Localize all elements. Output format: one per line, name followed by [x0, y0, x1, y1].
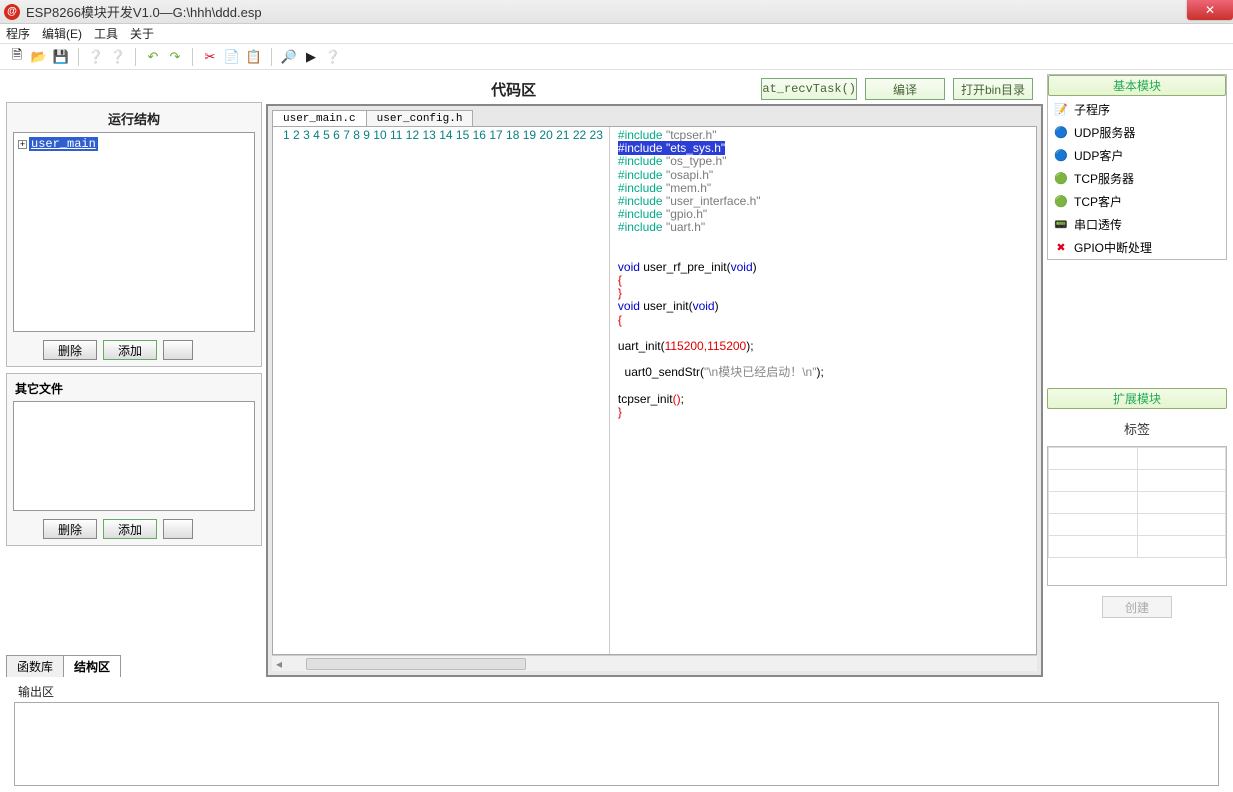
help-icon-3[interactable]: ❔ — [324, 48, 342, 66]
file-tabs: user_main.c user_config.h — [272, 110, 1037, 126]
at-recv-button[interactable]: at_recvTask() — [761, 78, 857, 100]
horizontal-scrollbar[interactable]: ◂ — [272, 655, 1037, 671]
menu-about[interactable]: 关于 — [130, 25, 154, 42]
help-icon-2[interactable]: ❔ — [109, 48, 127, 66]
new-icon[interactable]: 🗎 — [8, 48, 26, 66]
menu-edit[interactable]: 编辑(E) — [42, 25, 82, 42]
app-icon: @ — [4, 4, 20, 20]
close-button[interactable]: ✕ — [1187, 0, 1233, 20]
tab-struct[interactable]: 结构区 — [63, 655, 121, 677]
module-tcp-server[interactable]: 🟢TCP服务器 — [1052, 169, 1222, 188]
module-udp-server[interactable]: 🔵UDP服务器 — [1052, 123, 1222, 142]
basic-modules-title: 基本模块 — [1048, 75, 1226, 96]
add-button-2[interactable]: 添加 — [103, 519, 157, 539]
scrollbar-thumb[interactable] — [306, 658, 526, 670]
cut-icon[interactable]: ✂ — [201, 48, 219, 66]
line-number-gutter: 1 2 3 4 5 6 7 8 9 10 11 12 13 14 15 16 1… — [273, 127, 610, 654]
edit-icon: 📝 — [1054, 103, 1068, 117]
run-structure-panel: 运行结构 + user_main 删除 添加 — [6, 102, 262, 367]
tree-view[interactable]: + user_main — [13, 132, 255, 332]
window-title: ESP8266模块开发V1.0—G:\hhh\ddd.esp — [26, 2, 262, 21]
undo-icon[interactable]: ↶ — [144, 48, 162, 66]
open-icon[interactable]: 📂 — [30, 48, 48, 66]
expand-icon[interactable]: + — [18, 140, 27, 149]
compile-button[interactable]: 编译 — [865, 78, 945, 100]
module-udp-client[interactable]: 🔵UDP客户 — [1052, 146, 1222, 165]
add-button[interactable]: 添加 — [103, 340, 157, 360]
separator-3 — [192, 48, 193, 66]
tree-node-label: user_main — [29, 137, 98, 151]
separator-4 — [271, 48, 272, 66]
other-files-panel: 其它文件 删除 添加 — [6, 373, 262, 546]
module-gpio-int[interactable]: ✖GPIO中断处理 — [1052, 238, 1222, 257]
output-pane[interactable] — [14, 702, 1219, 786]
client-icon: 🔵 — [1054, 149, 1068, 163]
title-bar: @ ESP8266模块开发V1.0—G:\hhh\ddd.esp ✕ — [0, 0, 1233, 24]
code-content[interactable]: #include "tcpser.h" #include "ets_sys.h"… — [610, 127, 832, 654]
paste-icon[interactable]: 📋 — [245, 48, 263, 66]
run-structure-title: 运行结构 — [13, 107, 255, 132]
tag-label: 标签 — [1047, 415, 1227, 442]
other-files-list[interactable] — [13, 401, 255, 511]
save-icon[interactable]: 💾 — [52, 48, 70, 66]
separator-2 — [135, 48, 136, 66]
serial-icon: 📟 — [1054, 218, 1068, 232]
blank-button-1[interactable] — [163, 340, 193, 360]
delete-button[interactable]: 删除 — [43, 340, 97, 360]
tree-node-user-main[interactable]: + user_main — [18, 137, 250, 151]
separator-1 — [78, 48, 79, 66]
file-tab-user-main[interactable]: user_main.c — [272, 110, 367, 126]
code-editor[interactable]: 1 2 3 4 5 6 7 8 9 10 11 12 13 14 15 16 1… — [272, 126, 1037, 655]
client-icon: 🟢 — [1054, 195, 1068, 209]
output-label: 输出区 — [14, 683, 1219, 702]
extension-modules-title[interactable]: 扩展模块 — [1047, 388, 1227, 409]
tab-funclib[interactable]: 函数库 — [6, 655, 64, 677]
tag-grid[interactable] — [1047, 446, 1227, 586]
copy-icon[interactable]: 📄 — [223, 48, 241, 66]
run-icon[interactable]: ▶ — [302, 48, 320, 66]
code-area-title: 代码区 — [266, 79, 761, 100]
toolbar: 🗎 📂 💾 ❔ ❔ ↶ ↷ ✂ 📄 📋 🔎 ▶ ❔ — [0, 44, 1233, 70]
file-tab-user-config[interactable]: user_config.h — [366, 110, 474, 126]
delete-button-2[interactable]: 删除 — [43, 519, 97, 539]
server-icon: 🟢 — [1054, 172, 1068, 186]
menu-tools[interactable]: 工具 — [94, 25, 118, 42]
module-tcp-client[interactable]: 🟢TCP客户 — [1052, 192, 1222, 211]
open-bin-button[interactable]: 打开bin目录 — [953, 78, 1033, 100]
menu-program[interactable]: 程序 — [6, 25, 30, 42]
other-files-title: 其它文件 — [13, 378, 255, 401]
editor-frame: user_main.c user_config.h 1 2 3 4 5 6 7 … — [266, 104, 1043, 677]
basic-modules-panel: 基本模块 📝子程序 🔵UDP服务器 🔵UDP客户 🟢TCP服务器 🟢TCP客户 … — [1047, 74, 1227, 260]
redo-icon[interactable]: ↷ — [166, 48, 184, 66]
module-subproc[interactable]: 📝子程序 — [1052, 100, 1222, 119]
server-icon: 🔵 — [1054, 126, 1068, 140]
blank-button-2[interactable] — [163, 519, 193, 539]
interrupt-icon: ✖ — [1054, 241, 1068, 255]
menu-bar: 程序 编辑(E) 工具 关于 — [0, 24, 1233, 44]
module-serial[interactable]: 📟串口透传 — [1052, 215, 1222, 234]
find-icon[interactable]: 🔎 — [280, 48, 298, 66]
help-icon-1[interactable]: ❔ — [87, 48, 105, 66]
left-bottom-tabs: 函数库 结构区 — [6, 655, 262, 677]
create-button[interactable]: 创建 — [1102, 596, 1172, 618]
